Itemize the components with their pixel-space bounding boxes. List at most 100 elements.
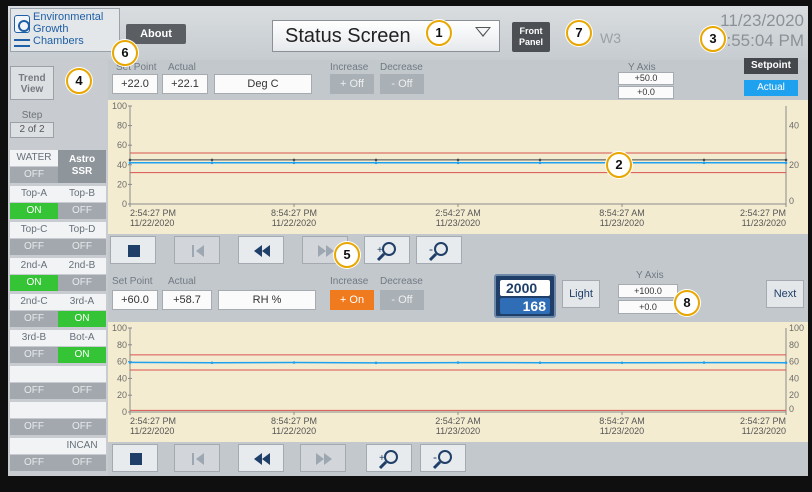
channel-toggle[interactable]: OFF <box>10 239 58 255</box>
stop-button[interactable] <box>112 444 158 472</box>
channel-toggle[interactable]: OFF <box>58 203 106 219</box>
x-tick-time: 2:54:27 AM <box>435 208 481 218</box>
light-level-bottom: 168 <box>500 298 550 314</box>
x-tick-time: 2:54:27 PM <box>130 208 176 218</box>
temp-decrease-toggle[interactable]: - Off <box>380 74 424 94</box>
channel-toggle[interactable]: OFF <box>10 383 58 399</box>
rh-setpoint-label: Set Point <box>112 276 153 287</box>
series-point <box>292 158 296 162</box>
screen-select-dropdown[interactable]: Status Screen <box>272 20 500 52</box>
rh-trend-svg: 1008060402001008060402002:54:27 PM11/22/… <box>112 323 804 436</box>
channel-toggle[interactable]: OFF <box>58 383 106 399</box>
y-tick-label-right: 80 <box>789 340 799 350</box>
rewind-button[interactable] <box>238 236 284 264</box>
x-tick-date: 11/22/2020 <box>130 426 174 436</box>
rh-decrease-toggle[interactable]: - Off <box>380 290 424 310</box>
zoom-in-button[interactable]: + <box>364 236 410 264</box>
series-point <box>620 361 624 365</box>
series-point <box>374 161 378 165</box>
x-tick-time: 8:54:27 AM <box>599 208 645 218</box>
temp-trend-chart[interactable]: 100 80 60 40 20 0 40 20 0 2:54:27 PM 11/22/2020 8:5… <box>108 100 808 234</box>
channel-toggle[interactable]: ON <box>58 311 106 327</box>
rh-ymax-field[interactable]: +100.0 <box>618 284 678 298</box>
stop-button[interactable] <box>110 236 156 264</box>
series-point <box>784 161 788 165</box>
rh-trend-chart[interactable]: 100 80 60 40 20 0 100 80 60 40 20 0 2:54:27 PM 11/22/… <box>108 322 808 442</box>
about-button[interactable]: About <box>126 24 186 44</box>
channel-toggle[interactable]: OFF <box>10 419 58 435</box>
channel-toggle[interactable]: OFF <box>58 239 106 255</box>
fast-forward-button[interactable] <box>300 444 346 472</box>
series-point <box>374 361 378 365</box>
callout-6: 6 <box>112 40 138 66</box>
channel-toggle[interactable]: OFF <box>58 455 106 471</box>
rh-units: RH % <box>218 290 316 310</box>
leaf-icon <box>14 15 30 33</box>
rh-chart-toolbar: + - <box>108 442 808 476</box>
channel-toggle[interactable]: OFF <box>10 167 58 183</box>
channel-toggle[interactable]: OFF <box>10 311 58 327</box>
channel-label: Top-B <box>58 186 106 202</box>
series-point <box>702 158 706 162</box>
channel-toggle[interactable]: ON <box>58 347 106 363</box>
step-value: 2 of 2 <box>10 122 54 138</box>
callout-2: 2 <box>606 152 632 178</box>
first-page-button[interactable] <box>174 236 220 264</box>
next-button[interactable]: Next <box>766 280 804 308</box>
channel-label: 3rd-B <box>10 330 58 346</box>
svg-text:-: - <box>433 450 437 464</box>
y-tick-label: 60 <box>117 140 127 150</box>
zoom-out-icon: - <box>428 242 448 262</box>
temp-ymin-field[interactable]: +0.0 <box>618 86 674 99</box>
channel-label: Bot-A <box>58 330 106 346</box>
x-tick-date: 11/23/2020 <box>436 218 480 228</box>
series-point <box>128 361 132 364</box>
callout-4: 4 <box>66 68 92 94</box>
channel-toggle[interactable]: OFF <box>58 275 106 291</box>
callout-5: 5 <box>334 242 360 268</box>
actual-legend: Actual <box>744 80 798 96</box>
rh-increase-toggle[interactable]: + On <box>330 290 374 310</box>
y-tick-label-right: 40 <box>789 121 799 131</box>
rh-ymin-field[interactable]: +0.0 <box>618 300 678 314</box>
temp-setpoint-field[interactable]: +22.0 <box>112 74 158 94</box>
light-level-display: 2000 168 <box>494 274 556 318</box>
trend-view-button[interactable]: Trend View <box>10 66 54 100</box>
temp-ymax-field[interactable]: +50.0 <box>618 72 674 85</box>
temp-increase-toggle[interactable]: + Off <box>330 74 374 94</box>
setpoint-legend: Setpoint <box>744 58 798 74</box>
rh-setpoint-field[interactable]: +60.0 <box>112 290 158 310</box>
front-panel-button[interactable]: Front Panel <box>512 22 550 52</box>
channel-label <box>10 366 58 382</box>
series-point <box>210 361 214 365</box>
x-tick-time: 2:54:27 PM <box>740 208 786 218</box>
zoom-out-button[interactable]: - <box>420 444 466 472</box>
rh-yaxis-label: Y Axis <box>636 270 664 281</box>
light-button[interactable]: Light <box>562 280 600 308</box>
rewind-icon <box>254 453 270 465</box>
x-tick-date: 11/23/2020 <box>600 218 644 228</box>
chevron-down-icon <box>475 27 491 37</box>
channel-toggle[interactable]: ON <box>10 275 58 291</box>
series-point <box>538 161 542 165</box>
channel-label <box>58 366 106 382</box>
channel-label: 2nd-C <box>10 294 58 310</box>
astro-ssr-button[interactable]: Astro SSR <box>58 150 106 183</box>
series-point <box>374 158 378 162</box>
channel-label: WATER <box>10 150 58 166</box>
temp-trend-svg: 100806040200402002:54:27 PM11/22/20208:5… <box>112 101 799 228</box>
rewind-button[interactable] <box>238 444 284 472</box>
x-tick-time: 8:54:27 AM <box>599 416 645 426</box>
y-tick-label: 40 <box>117 373 127 383</box>
chamber-icon <box>14 39 30 47</box>
logo-text: Environmental Growth Chambers <box>33 11 104 47</box>
zoom-in-button[interactable]: + <box>366 444 412 472</box>
channel-toggle[interactable]: ON <box>10 203 58 219</box>
first-page-button[interactable] <box>174 444 220 472</box>
zoom-out-button[interactable]: - <box>416 236 462 264</box>
channel-toggle[interactable]: OFF <box>58 419 106 435</box>
channel-toggle[interactable]: OFF <box>10 347 58 363</box>
channel-label: 2nd-A <box>10 258 58 274</box>
channel-toggle[interactable]: OFF <box>10 455 58 471</box>
x-tick-date: 11/22/2020 <box>272 218 316 228</box>
